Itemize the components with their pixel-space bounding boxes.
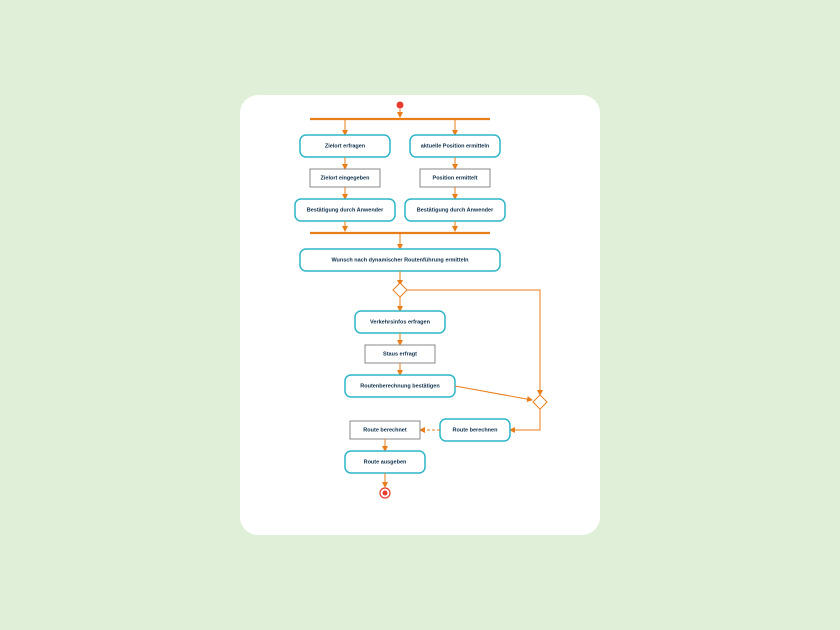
label: Wunsch nach dynamischer Routenführung er… (331, 257, 469, 263)
label: Route berechnen (453, 427, 499, 433)
label: Bestätigung durch Anwender (307, 207, 384, 213)
label: Route ausgeben (364, 459, 407, 465)
label: Verkehrsinfos erfragen (370, 319, 431, 325)
label: Position ermittelt (433, 175, 478, 181)
edge (510, 409, 540, 430)
label: Zielort erfragen (325, 143, 366, 149)
edge (455, 386, 532, 400)
activity-diagram: Zielort erfragen aktuelle Position ermit… (240, 95, 600, 535)
label: Routenberechnung bestätigen (360, 383, 440, 389)
label: Route berechnet (363, 427, 407, 433)
merge-node-icon (533, 395, 547, 409)
diagram-card: Zielort erfragen aktuelle Position ermit… (240, 95, 600, 535)
label: Staus erfragt (383, 351, 417, 357)
decision-node-icon (393, 283, 407, 297)
final-node-dot (383, 491, 388, 496)
label: aktuelle Position ermitteln (421, 143, 490, 149)
label: Zielort eingegeben (321, 175, 371, 181)
label: Bestätigung durch Anwender (417, 207, 494, 213)
initial-node-icon (397, 102, 404, 109)
